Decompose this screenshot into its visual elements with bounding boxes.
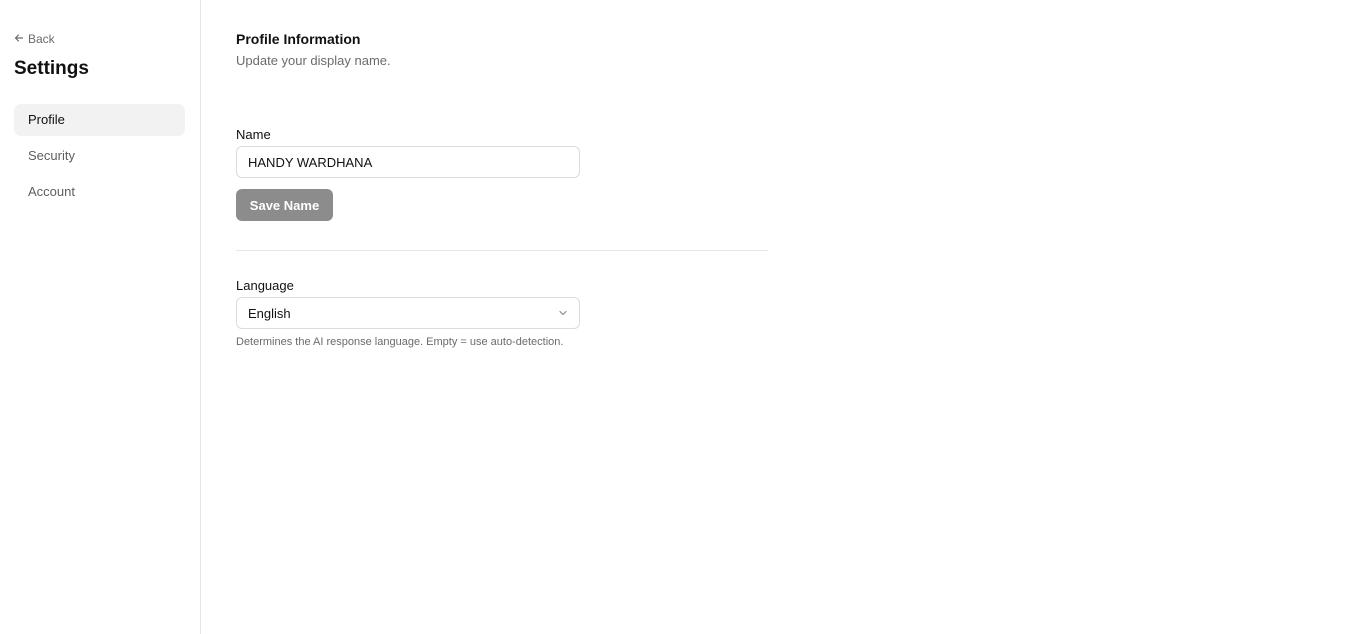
- language-label: Language: [236, 278, 294, 293]
- back-label: Back: [28, 32, 55, 46]
- section-divider: [236, 250, 768, 251]
- language-selected-value: English: [248, 305, 291, 321]
- sidebar-item-account[interactable]: Account: [14, 176, 185, 208]
- chevron-down-icon: [558, 306, 568, 321]
- language-help-text: Determines the AI response language. Emp…: [236, 336, 564, 348]
- arrow-left-icon: [14, 32, 24, 46]
- sidebar-item-profile[interactable]: Profile: [14, 104, 185, 136]
- sidebar-item-security[interactable]: Security: [14, 140, 185, 172]
- settings-app: Back Settings Profile Security Account P…: [0, 0, 1360, 634]
- back-link[interactable]: Back: [14, 32, 55, 46]
- name-input[interactable]: [236, 146, 580, 178]
- save-name-button[interactable]: Save Name: [236, 189, 333, 221]
- language-select[interactable]: English: [236, 297, 580, 329]
- name-label: Name: [236, 127, 271, 142]
- settings-sidebar: Back Settings Profile Security Account: [0, 0, 201, 634]
- profile-section-subtitle: Update your display name.: [236, 53, 391, 68]
- settings-main: Profile Information Update your display …: [201, 0, 1360, 634]
- settings-title: Settings: [14, 58, 89, 79]
- profile-section-title: Profile Information: [236, 31, 361, 47]
- settings-nav: Profile Security Account: [14, 104, 185, 208]
